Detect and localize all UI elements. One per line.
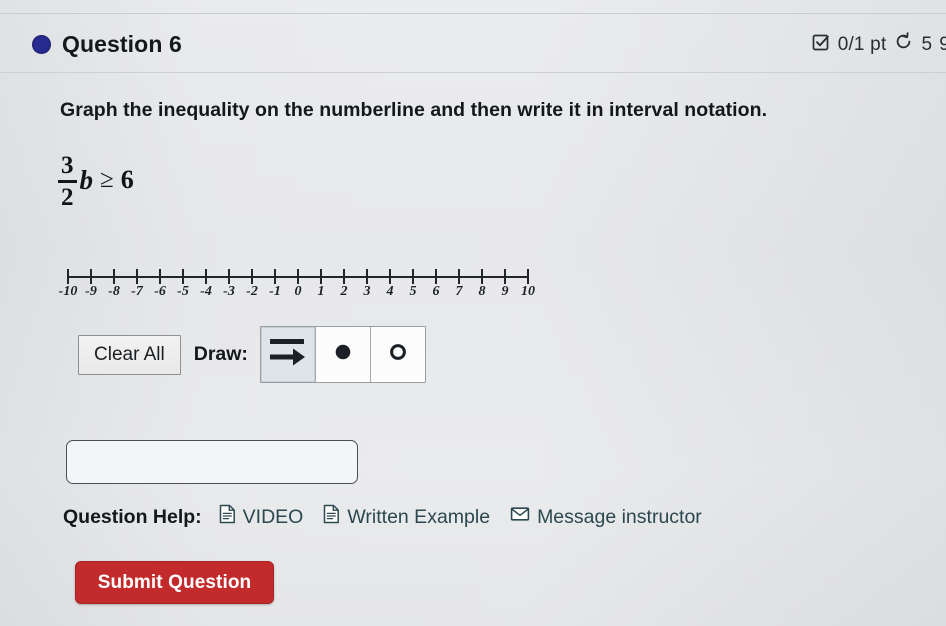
closed-point-tool[interactable] (315, 327, 371, 382)
number-line-tick (182, 269, 184, 284)
help-link-message-instructor[interactable]: Message instructor (510, 505, 702, 529)
number-line-tick-label: 10 (521, 284, 535, 299)
number-line-tick-label: -10 (58, 284, 78, 299)
number-line-tick-label: -1 (269, 284, 281, 299)
number-line-tick (274, 269, 276, 284)
help-link-video-label: VIDEO (242, 505, 304, 528)
draw-label: Draw: (193, 343, 248, 365)
number-line-tick (320, 269, 322, 284)
number-line-tick (504, 269, 506, 284)
help-link-written-example[interactable]: Written Example (323, 504, 490, 530)
question-meta: 0/1 pt 5 9 (811, 31, 946, 58)
number-line-tick-label: 1 (317, 284, 325, 299)
question-help-label: Question Help: (63, 505, 202, 528)
attempts-count-clipped: 9 (939, 33, 946, 55)
open-point-tool[interactable] (370, 327, 425, 382)
number-line-tick-label: 5 (409, 284, 417, 299)
number-line-tick-label: 9 (501, 284, 509, 299)
number-line-tick (297, 269, 299, 284)
question-status-dot-icon (32, 34, 51, 54)
page-title: Question 6 (62, 30, 182, 57)
number-line-tick (481, 269, 483, 284)
number-line-tick (412, 269, 414, 284)
draw-tool-group (259, 326, 426, 383)
ray-arrow-tool[interactable] (260, 327, 316, 382)
help-link-written-example-label: Written Example (347, 505, 491, 528)
check-square-icon (811, 32, 831, 58)
number-line-tick (343, 269, 345, 284)
divider-under-header (0, 72, 946, 73)
filled-circle-icon (330, 339, 356, 370)
number-line-tick-label: 7 (455, 284, 463, 299)
question-help-row: Question Help: VIDEO Written Example Mes… (63, 504, 722, 530)
number-line-tick-label: -9 (85, 284, 97, 299)
number-line-canvas[interactable]: -10 -9 -8 -7 -6 -5 -4 -3 -2 -1 0 1 2 3 4 5 6 7 8 9 10 (58, 262, 538, 310)
number-line-tick (113, 269, 115, 284)
question-title-group: Question 6 (32, 31, 182, 58)
divider-top (0, 13, 946, 14)
retry-circular-arrow-icon (893, 31, 914, 58)
number-line-tick-label: 2 (340, 284, 348, 299)
number-line-tick-label: -4 (200, 284, 212, 299)
question-prompt: Graph the inequality on the numberline a… (60, 99, 768, 121)
number-line-tick-label: -3 (223, 284, 235, 299)
number-line-tick (366, 269, 368, 284)
number-line-tick-label: 4 (386, 284, 394, 299)
help-link-video[interactable]: VIDEO (219, 504, 304, 530)
number-line-tick (228, 269, 230, 284)
number-line-tick-label: -2 (246, 284, 258, 299)
envelope-icon (510, 505, 530, 529)
fraction: 3 2 (58, 153, 77, 210)
number-line-tick-label: -6 (154, 284, 166, 299)
attempts-count: 5 (921, 33, 933, 55)
right-hand-side: 6 (120, 165, 134, 195)
number-line-tick-label: -8 (108, 284, 120, 299)
number-line-tick-label: -5 (177, 284, 189, 299)
relation-operator: ≥ (100, 166, 114, 194)
number-line-tick (159, 269, 161, 284)
draw-toolbar: Clear All Draw: (78, 326, 426, 383)
document-page-icon (323, 504, 340, 530)
number-line-tick-label: -7 (131, 284, 143, 299)
number-line-tick (527, 269, 529, 284)
number-line-tick (458, 269, 460, 284)
number-line-tick (205, 269, 207, 284)
fraction-denominator: 2 (61, 183, 74, 211)
question-header: Question 6 0/1 pt 5 9 (0, 22, 946, 66)
number-line-tick (251, 269, 253, 284)
ray-right-arrow-icon (268, 335, 308, 374)
number-line-tick (67, 269, 69, 284)
number-line-tick (389, 269, 391, 284)
number-line-tick-label: 3 (363, 284, 371, 299)
variable-b: b (79, 164, 94, 195)
inequality-expression: 3 2 b ≥ 6 (58, 152, 134, 210)
number-line-tick-label: 6 (432, 284, 440, 299)
hollow-circle-icon (385, 339, 411, 370)
document-page-icon (219, 504, 236, 530)
number-line-tick (136, 269, 138, 284)
submit-question-button[interactable]: Submit Question (75, 561, 274, 604)
points-label: 0/1 pt (837, 33, 887, 55)
page-background (0, 0, 946, 626)
number-line-tick-label: 8 (478, 284, 486, 299)
interval-notation-input[interactable] (66, 440, 358, 484)
fraction-numerator: 3 (61, 152, 74, 179)
number-line-tick (90, 269, 92, 284)
help-link-message-instructor-label: Message instructor (537, 505, 702, 528)
clear-all-button[interactable]: Clear All (78, 334, 181, 375)
number-line-tick (435, 269, 437, 284)
number-line-tick-label: 0 (294, 284, 302, 299)
